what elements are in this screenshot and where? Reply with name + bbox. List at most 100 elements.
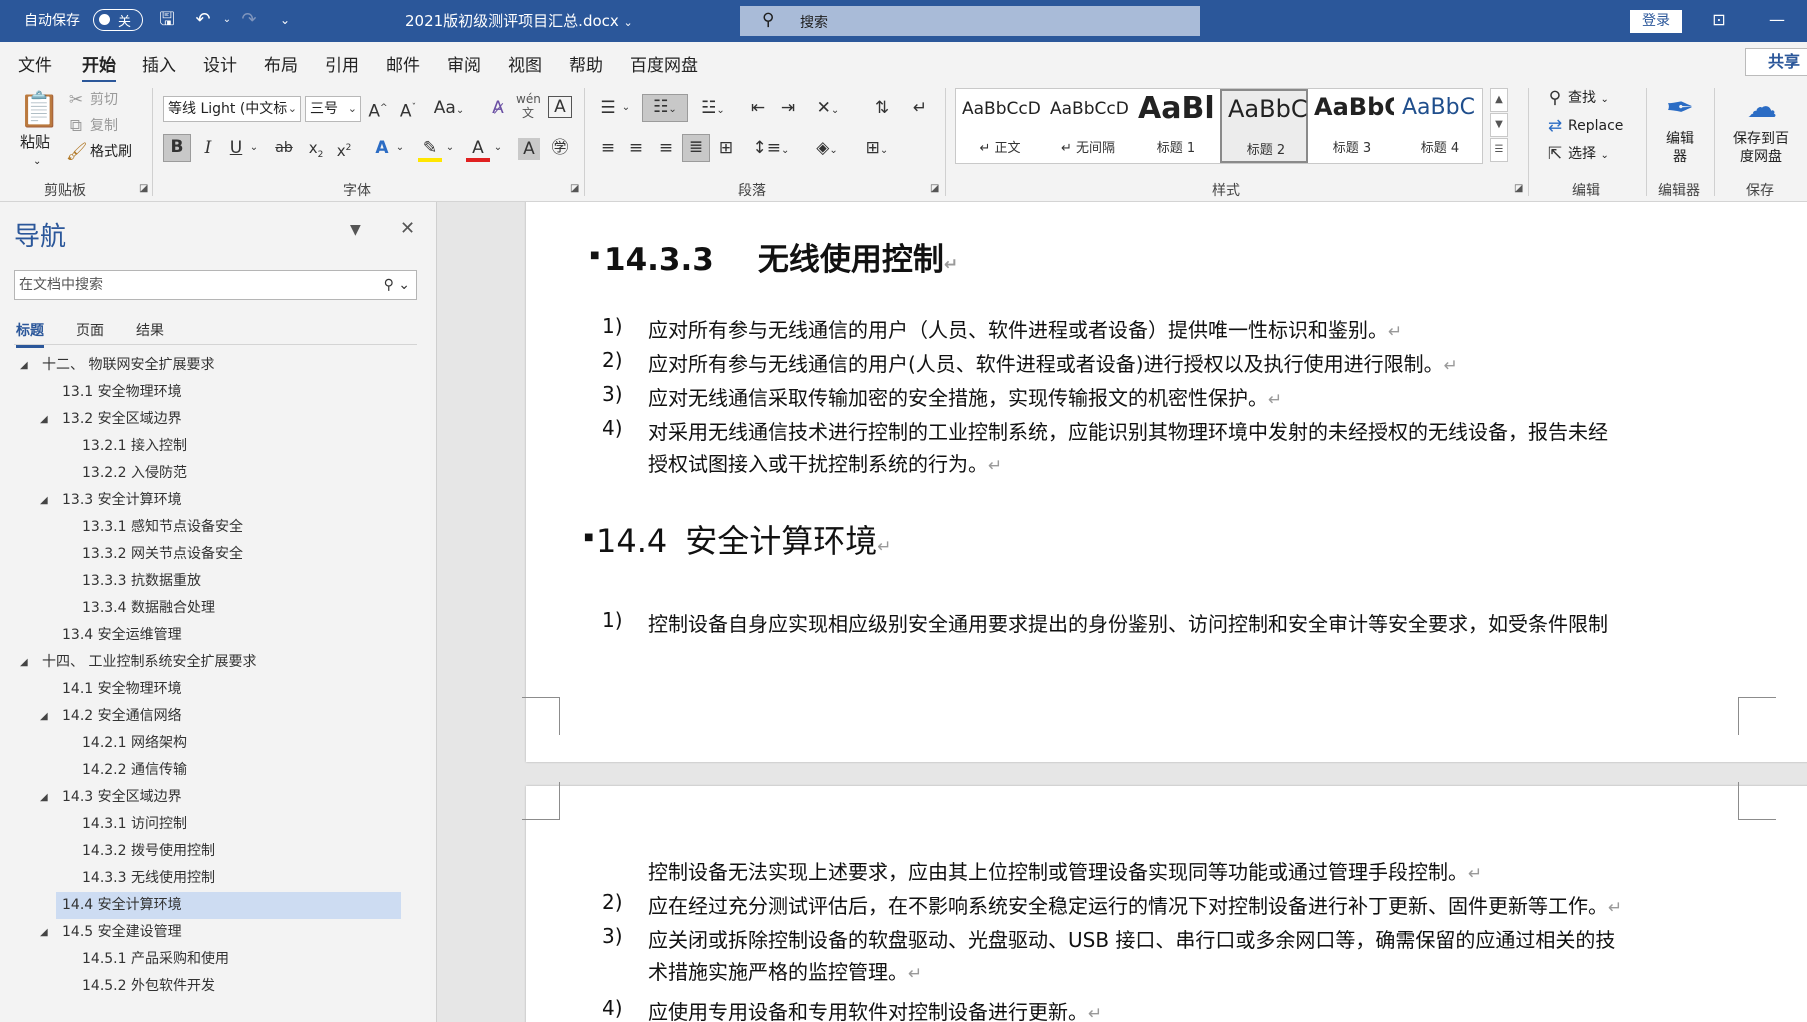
grow-font-icon[interactable]: A^ bbox=[366, 96, 390, 124]
collapse-icon[interactable]: ◢ bbox=[40, 703, 48, 730]
increase-indent-icon[interactable]: ⇥ bbox=[776, 96, 800, 120]
heading-item-selected[interactable]: 14.4 安全计算环境 bbox=[0, 892, 437, 919]
heading-item[interactable]: 13.1 安全物理环境 bbox=[0, 379, 437, 406]
font-color-dropdown-icon[interactable]: ⌄ bbox=[492, 136, 504, 160]
strikethrough-icon[interactable]: ab bbox=[270, 136, 298, 160]
paste-icon[interactable]: 📋 bbox=[18, 88, 60, 132]
redo-icon[interactable]: ↷ bbox=[236, 8, 262, 32]
heading-item[interactable]: 14.2.2 通信传输 bbox=[0, 757, 437, 784]
underline-dropdown-icon[interactable]: ⌄ bbox=[248, 136, 260, 160]
justify-icon[interactable]: ≣ bbox=[682, 134, 710, 162]
collapse-icon[interactable]: ◢ bbox=[20, 649, 28, 676]
character-border-icon[interactable]: A bbox=[548, 96, 572, 118]
heading-item[interactable]: ◢ 13.2 安全区域边界 bbox=[0, 406, 437, 433]
collapse-icon[interactable]: ◢ bbox=[40, 487, 48, 514]
customize-quick-access-icon[interactable]: ⌄ bbox=[272, 8, 298, 32]
shading-icon[interactable]: ◈⌄ bbox=[808, 136, 846, 163]
undo-icon[interactable]: ↶ bbox=[190, 8, 216, 32]
list-item-text[interactable]: 应对所有参与无线通信的用户（人员、软件进程或者设备）提供唯一性标识和鉴别。 bbox=[648, 314, 1402, 343]
heading-item[interactable]: 13.2.1 接入控制 bbox=[0, 433, 437, 460]
style-no-spacing[interactable]: AaBbCcD ↵ 无间隔 bbox=[1044, 89, 1132, 163]
tab-mailings[interactable]: 邮件 bbox=[386, 51, 420, 76]
replace-button[interactable]: Replace bbox=[1568, 114, 1623, 138]
tab-review[interactable]: 审阅 bbox=[447, 51, 481, 76]
heading-item[interactable]: ◢ 14.3 安全区域边界 bbox=[0, 784, 437, 811]
font-color-icon[interactable]: A bbox=[466, 136, 490, 162]
tab-headings[interactable]: 标题 bbox=[16, 320, 44, 348]
login-button[interactable]: 登录 bbox=[1630, 10, 1682, 33]
heading-item[interactable]: ◢ 14.5 安全建设管理 bbox=[0, 919, 437, 946]
style-heading-1[interactable]: AaBl 标题 1 bbox=[1132, 89, 1220, 163]
editor-button[interactable]: 编辑器 bbox=[1665, 130, 1695, 166]
heading-item[interactable]: 14.1 安全物理环境 bbox=[0, 676, 437, 703]
heading-item[interactable]: 13.3.1 感知节点设备安全 bbox=[0, 514, 437, 541]
minimize-icon[interactable]: — bbox=[1762, 8, 1792, 32]
list-item-text[interactable]: 控制设备自身应实现相应级别安全通用要求提出的身份鉴别、访问控制和安全审计等安全要… bbox=[648, 608, 1608, 637]
list-item-text-continued[interactable]: 控制设备无法实现上述要求，应由其上位控制或管理设备实现同等功能或通过管理手段控制… bbox=[648, 856, 1482, 885]
baidu-cloud-icon[interactable]: ☁ bbox=[1740, 86, 1784, 130]
text-effects-dropdown-icon[interactable]: ⌄ bbox=[394, 136, 406, 160]
change-case-icon[interactable]: Aa⌄ bbox=[432, 96, 466, 123]
heading-item[interactable]: 13.4 安全运维管理 bbox=[0, 622, 437, 649]
collapse-icon[interactable]: ◢ bbox=[40, 406, 48, 433]
editor-icon[interactable]: ✒ bbox=[1658, 86, 1702, 130]
clear-formatting-icon[interactable]: A̷ bbox=[486, 96, 510, 120]
bullets-dropdown-icon[interactable]: ⌄ bbox=[620, 96, 632, 120]
collapse-icon[interactable]: ◢ bbox=[40, 784, 48, 811]
list-item-text[interactable]: 应对所有参与无线通信的用户(人员、软件进程或者设备)进行授权以及执行使用进行限制… bbox=[648, 348, 1458, 377]
font-launcher-icon[interactable]: ◪ bbox=[570, 183, 579, 194]
share-button[interactable]: 共享 bbox=[1745, 48, 1807, 76]
multilevel-list-icon[interactable]: ☳⌄ bbox=[696, 96, 730, 123]
enclose-characters-icon[interactable]: ㊫ bbox=[548, 136, 572, 160]
style-heading-4[interactable]: AaBbC 标题 4 bbox=[1396, 89, 1484, 163]
highlight-dropdown-icon[interactable]: ⌄ bbox=[444, 136, 456, 160]
document-page[interactable]: ■ 14.3.3无线使用控制 1) 应对所有参与无线通信的用户（人员、软件进程或… bbox=[522, 202, 1807, 762]
collapse-icon[interactable]: ◢ bbox=[40, 919, 48, 946]
tab-references[interactable]: 引用 bbox=[325, 51, 359, 76]
tab-results[interactable]: 结果 bbox=[136, 320, 164, 340]
heading-item[interactable]: ◢ 十四、 工业控制系统安全扩展要求 bbox=[0, 649, 437, 676]
close-icon[interactable]: ✕ bbox=[400, 218, 415, 239]
gallery-scroll-down-icon[interactable]: ▼ bbox=[1490, 113, 1508, 137]
paragraph-launcher-icon[interactable]: ◪ bbox=[930, 183, 939, 194]
line-spacing-icon[interactable]: ↕≡⌄ bbox=[752, 136, 790, 163]
underline-icon[interactable]: U bbox=[224, 136, 248, 160]
heading-item[interactable]: ◢ 十二、 物联网安全扩展要求 bbox=[0, 352, 437, 379]
list-item-text[interactable]: 应关闭或拆除控制设备的软盘驱动、光盘驱动、USB 接口、串行口或多余网口等，确需… bbox=[648, 924, 1615, 953]
tab-insert[interactable]: 插入 bbox=[142, 51, 176, 76]
align-right-icon[interactable]: ≡ bbox=[654, 136, 678, 160]
style-normal[interactable]: AaBbCcD ↵ 正文 bbox=[956, 89, 1044, 163]
document-title[interactable]: 2021版初级测评项目汇总.docx ⌄ bbox=[405, 10, 633, 31]
tab-design[interactable]: 设计 bbox=[203, 51, 237, 76]
heading-item[interactable]: 14.3.1 访问控制 bbox=[0, 811, 437, 838]
search-box[interactable]: ⚲ 搜索 bbox=[740, 6, 1200, 36]
document-page[interactable]: 控制设备无法实现上述要求，应由其上位控制或管理设备实现同等功能或通过管理手段控制… bbox=[522, 782, 1807, 1022]
chinese-layout-icon[interactable]: ✕⌄ bbox=[810, 96, 846, 123]
clipboard-launcher-icon[interactable]: ◪ bbox=[139, 183, 148, 194]
bullets-icon[interactable]: ☰ bbox=[596, 96, 620, 120]
heading-item[interactable]: 14.5.1 产品采购和使用 bbox=[0, 946, 437, 973]
borders-icon[interactable]: ⊞⌄ bbox=[858, 136, 896, 163]
superscript-icon[interactable]: x2 bbox=[332, 136, 356, 163]
heading-item[interactable]: 14.5.2 外包软件开发 bbox=[0, 973, 437, 1000]
tab-baidu-netdisk[interactable]: 百度网盘 bbox=[630, 51, 698, 76]
heading-item[interactable]: 13.3.4 数据融合处理 bbox=[0, 595, 437, 622]
heading-item[interactable]: 13.3.3 抗数据重放 bbox=[0, 568, 437, 595]
document-area[interactable]: ■ 14.3.3无线使用控制 1) 应对所有参与无线通信的用户（人员、软件进程或… bbox=[438, 202, 1807, 1022]
heading-item[interactable]: 14.2.1 网络架构 bbox=[0, 730, 437, 757]
nav-search-input[interactable]: 在文档中搜索 ⚲ ⌄ bbox=[14, 270, 417, 300]
heading-item[interactable]: 14.3.3 无线使用控制 bbox=[0, 865, 437, 892]
list-item-text-continued[interactable]: 授权试图接入或干扰控制系统的行为。 bbox=[648, 448, 1002, 477]
style-heading-2[interactable]: AaBbC 标题 2 bbox=[1220, 89, 1308, 163]
gallery-more-icon[interactable]: ☰ bbox=[1490, 138, 1508, 162]
heading-item[interactable]: ◢ 14.2 安全通信网络 bbox=[0, 703, 437, 730]
character-shading-icon[interactable]: A bbox=[518, 138, 540, 160]
decrease-indent-icon[interactable]: ⇤ bbox=[746, 96, 770, 120]
find-button[interactable]: 查找 ⌄ bbox=[1568, 86, 1609, 112]
autosave-toggle[interactable]: 关 bbox=[93, 9, 143, 31]
list-item-text-continued[interactable]: 术措施实施严格的监控管理。 bbox=[648, 956, 922, 985]
gallery-scroll-up-icon[interactable]: ▲ bbox=[1490, 88, 1508, 112]
format-painter-button[interactable]: 格式刷 bbox=[90, 140, 132, 164]
align-center-icon[interactable]: ≡ bbox=[624, 136, 648, 160]
search-icon[interactable]: ⚲ ⌄ bbox=[384, 271, 410, 299]
